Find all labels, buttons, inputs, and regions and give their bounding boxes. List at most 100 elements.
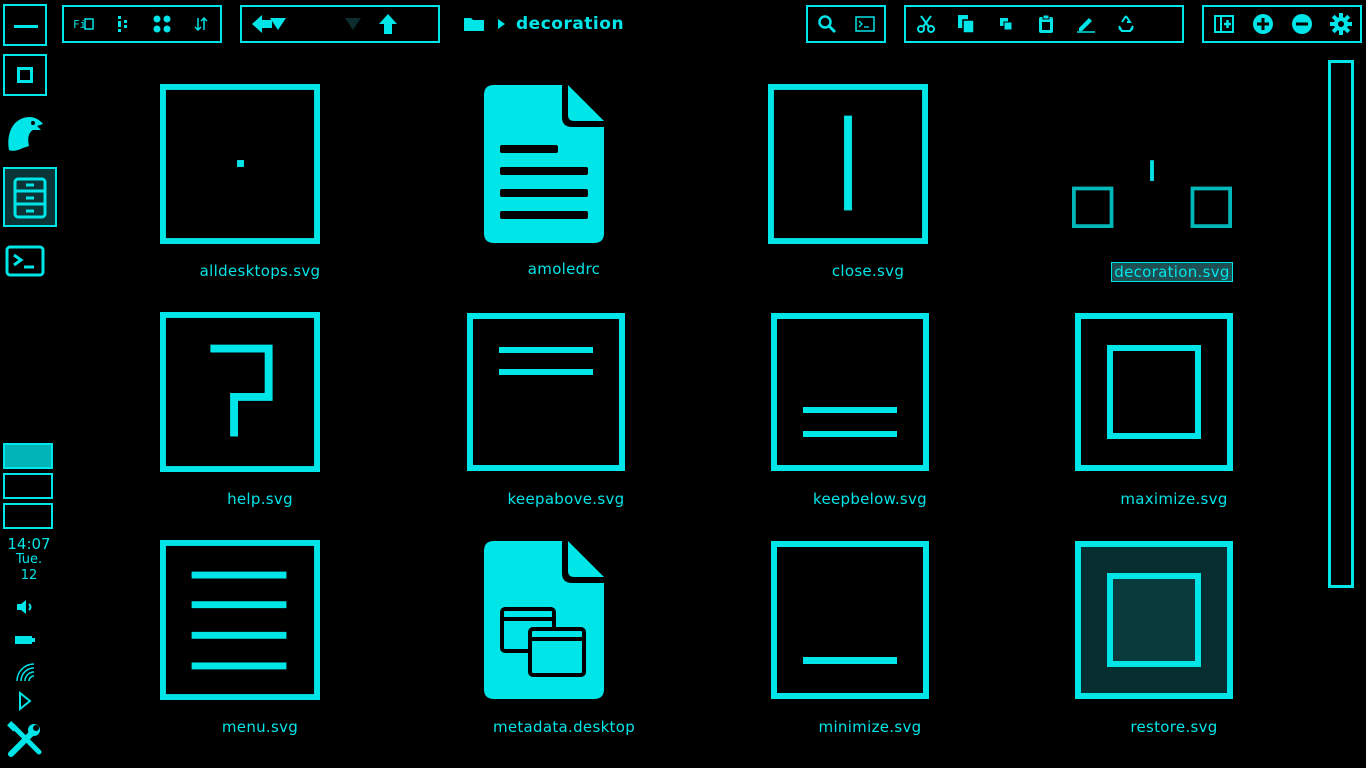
minimize-svg-icon [770, 538, 930, 702]
alldesktops-icon [160, 82, 320, 246]
arrow-up-icon [379, 14, 397, 34]
file-name[interactable]: decoration.svg [1111, 262, 1233, 282]
file-item[interactable]: close.svg [728, 82, 928, 310]
file-name: menu.svg [221, 718, 299, 736]
view-mode-group: Fi [62, 5, 222, 43]
trash-button[interactable] [1106, 7, 1146, 41]
zoom-in-button[interactable] [1243, 7, 1282, 41]
chevron-down-disabled-icon [345, 18, 361, 30]
terminal-launcher[interactable] [3, 242, 47, 280]
file-manager-launcher[interactable] [3, 167, 57, 227]
wifi-tray[interactable] [3, 660, 47, 684]
history-dropdown-button[interactable] [268, 7, 288, 41]
settings-tools-launcher[interactable] [3, 718, 47, 762]
menu-svg-icon [160, 538, 320, 702]
new-tab-button[interactable] [1204, 7, 1243, 41]
icon-view-button[interactable] [142, 7, 181, 41]
workspace-1[interactable] [3, 443, 53, 469]
parent-folder-button[interactable] [368, 7, 408, 41]
maximize-svg-icon [1074, 310, 1234, 474]
search-icon [818, 15, 837, 34]
minus-icon [14, 25, 38, 28]
eagle-icon [8, 116, 43, 151]
search-button[interactable] [808, 7, 846, 41]
forward-dropdown-button[interactable] [288, 7, 368, 41]
workspace-3[interactable] [3, 503, 53, 529]
square-icon [17, 67, 33, 83]
help-svg-icon [160, 310, 320, 474]
copy-icon [958, 15, 975, 34]
copy-button[interactable] [946, 7, 986, 41]
tools-icon [7, 721, 42, 757]
duplicate-icon [1000, 18, 1013, 31]
file-item[interactable]: minimize.svg [730, 538, 930, 766]
compact-view-button[interactable]: Fi [64, 7, 103, 41]
tree-view-button[interactable] [103, 7, 142, 41]
zoom-out-button[interactable] [1282, 7, 1321, 41]
keepabove-svg-icon [466, 310, 626, 474]
file-item[interactable]: help.svg [120, 310, 320, 538]
file-item[interactable]: restore.svg [1034, 538, 1234, 766]
file-item[interactable]: metadata.desktop [424, 538, 635, 766]
sort-icon [193, 16, 208, 32]
file-name: keepabove.svg [507, 490, 625, 508]
file-item[interactable]: maximize.svg [1034, 310, 1234, 538]
file-name-label: decoration.svg [1032, 262, 1312, 282]
workspace-2[interactable] [3, 473, 53, 499]
chevron-down-icon [270, 18, 286, 30]
terminal-icon [5, 245, 45, 277]
paste-button[interactable] [1026, 7, 1066, 41]
text-document-icon [464, 82, 624, 246]
folder-icon[interactable] [462, 15, 486, 33]
vertical-scrollbar[interactable] [1328, 60, 1354, 588]
decoration-svg-icon [1072, 82, 1232, 246]
tray-expand[interactable] [3, 690, 47, 712]
cut-button[interactable] [906, 7, 946, 41]
window-actions-group [1202, 5, 1362, 43]
clock-date: 12 [20, 568, 38, 583]
restore-svg-icon [1074, 538, 1234, 702]
minimize-window-button[interactable] [3, 4, 47, 46]
file-item[interactable]: keepabove.svg [426, 310, 626, 538]
file-item[interactable]: amoledrc [424, 82, 624, 310]
clock-day: Tue. [15, 552, 43, 567]
file-name: maximize.svg [1120, 490, 1228, 508]
file-item[interactable]: menu.svg [120, 538, 320, 766]
eagle-app-launcher[interactable] [3, 110, 47, 156]
file-name: restore.svg [1130, 718, 1218, 736]
file-name: alldesktops.svg [199, 262, 321, 280]
file-view-icon: Fi [73, 18, 94, 31]
sort-button[interactable] [181, 7, 220, 41]
tree-icon [117, 16, 127, 32]
settings-button[interactable] [1321, 7, 1360, 41]
file-name: close.svg [831, 262, 905, 280]
edit-actions-group [904, 5, 1184, 43]
battery-icon [15, 636, 35, 644]
pencil-icon [1077, 18, 1095, 33]
chevron-right-icon [498, 19, 505, 29]
file-item-selected[interactable]: decoration.svg [1032, 82, 1233, 310]
wifi-icon [16, 663, 35, 682]
duplicate-button[interactable] [986, 7, 1026, 41]
navigation-group [240, 5, 440, 43]
open-terminal-button[interactable] [846, 7, 884, 41]
maximize-window-button[interactable] [3, 54, 47, 96]
file-item[interactable]: keepbelow.svg [730, 310, 930, 538]
current-folder-label[interactable]: decoration [516, 14, 624, 34]
plus-circle-icon [1252, 14, 1273, 34]
file-name: keepbelow.svg [813, 490, 927, 508]
rename-button[interactable] [1066, 7, 1106, 41]
file-name: help.svg [227, 490, 293, 508]
left-panel: 14:07 Tue. 12 [0, 0, 58, 768]
gear-icon [1329, 13, 1352, 35]
new-tab-icon [1213, 15, 1234, 33]
file-name: minimize.svg [818, 718, 922, 736]
file-name: metadata.desktop [492, 718, 636, 736]
desktop-file-icon [464, 538, 624, 702]
file-item[interactable]: alldesktops.svg [120, 82, 320, 310]
battery-tray[interactable] [3, 630, 47, 650]
file-name: amoledrc [527, 260, 601, 278]
clock-time: 14:07 [7, 535, 51, 553]
scissors-icon [917, 15, 935, 33]
volume-tray[interactable] [3, 596, 47, 618]
